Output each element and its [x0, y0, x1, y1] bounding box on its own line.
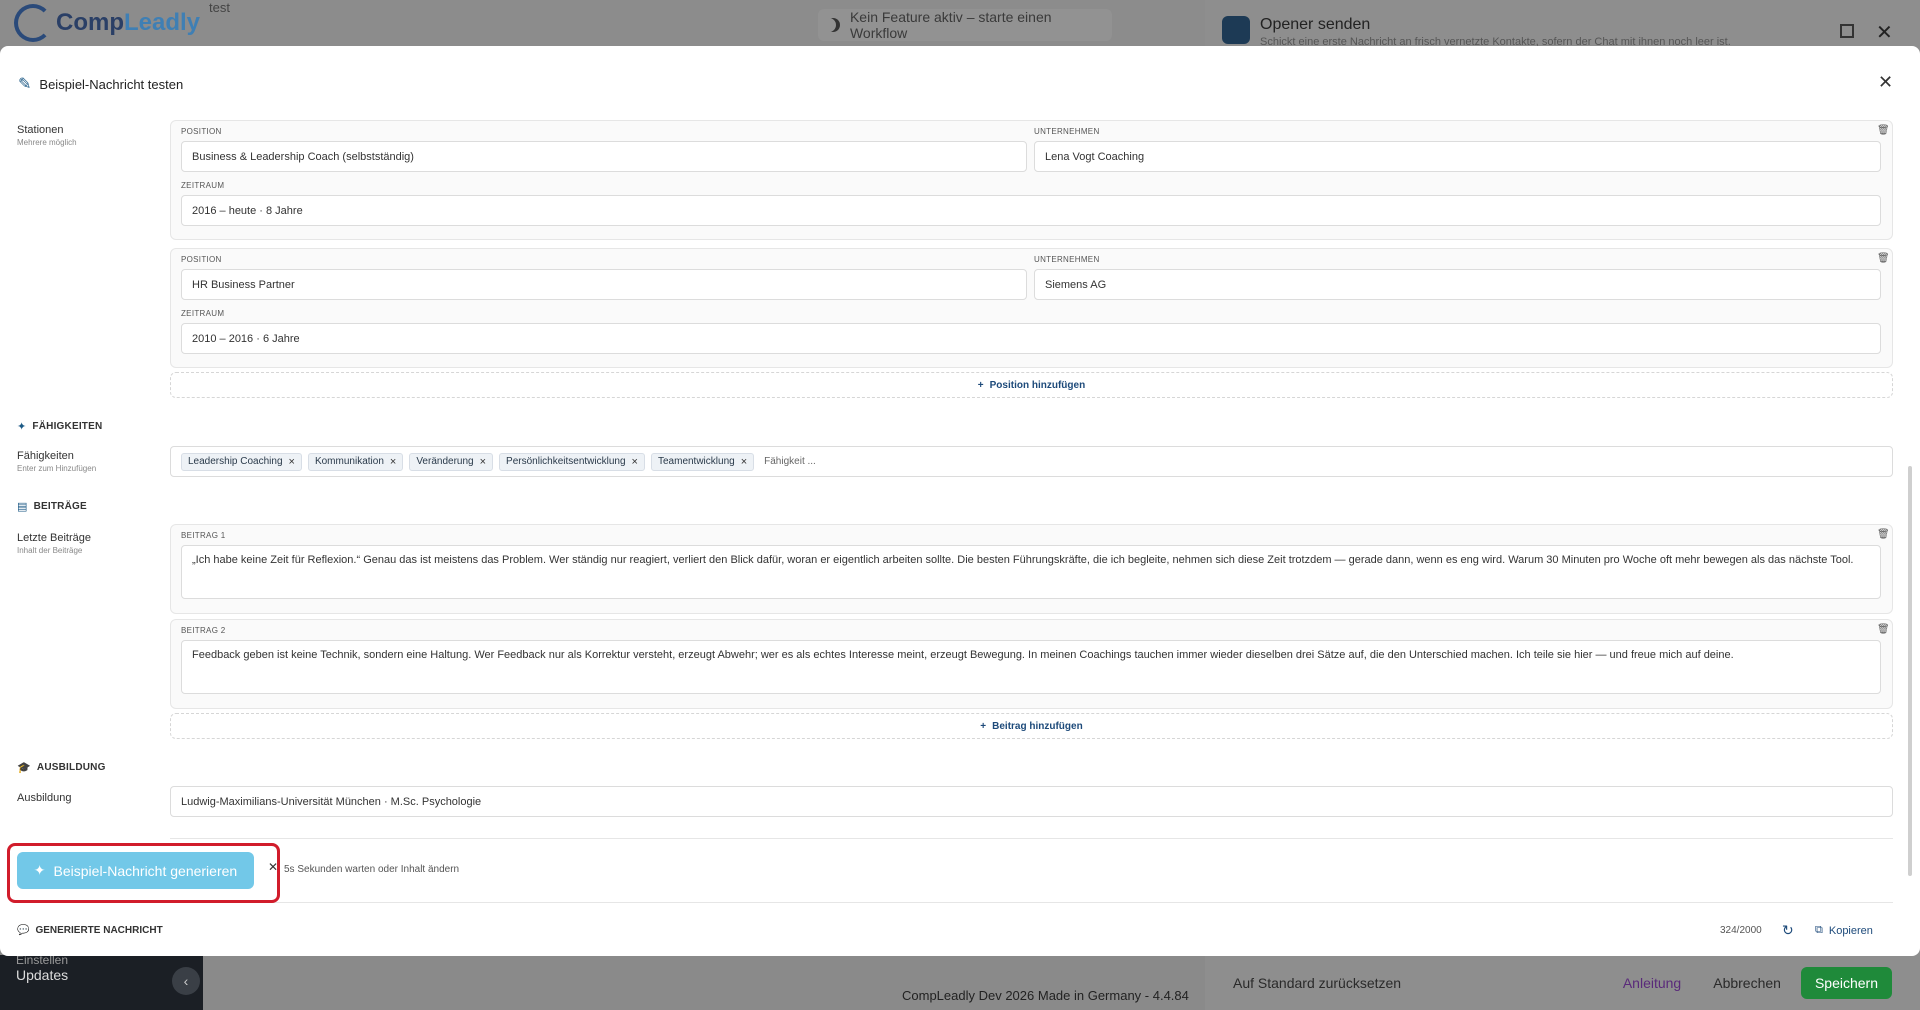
plus-icon: +	[980, 720, 987, 732]
expand-icon[interactable]	[1840, 24, 1854, 38]
post-textarea[interactable]: Feedback geben ist keine Technik, sonder…	[181, 640, 1881, 694]
company-input[interactable]: Lena Vogt Coaching	[1034, 141, 1881, 172]
remove-tag-icon[interactable]: ×	[632, 456, 638, 468]
post-textarea[interactable]: „Ich habe keine Zeit für Reflexion.“ Gen…	[181, 545, 1881, 599]
char-counter: 324/2000	[1720, 925, 1762, 936]
post-card: BEITRAG 1 🗑 „Ich habe keine Zeit für Ref…	[170, 524, 1893, 614]
trash-icon[interactable]: 🗑	[1877, 529, 1890, 540]
copy-icon: ⧉	[1815, 924, 1823, 936]
feature-status[interactable]: Kein Feature aktiv – starte einen Workfl…	[818, 9, 1112, 41]
education-input[interactable]: Ludwig-Maximilians-Universität München ·…	[170, 786, 1893, 817]
skill-tag: Kommunikation ×	[307, 452, 404, 471]
post-card: BEITRAG 2 🗑 Feedback geben ist keine Tec…	[170, 619, 1893, 709]
plus-icon: +	[977, 379, 984, 391]
station-card: POSITION UNTERNEHMEN 🗑 HR Business Partn…	[170, 248, 1893, 368]
posts-label: Letzte Beiträge Inhalt der Beiträge	[17, 532, 91, 555]
skill-text-input[interactable]: Fähigkeit ...	[764, 456, 816, 467]
app-logo: CompLeadly	[14, 4, 200, 42]
guide-link[interactable]: Anleitung	[1623, 975, 1681, 991]
generate-message-button[interactable]: ✦ Beispiel-Nachricht generieren	[17, 852, 254, 889]
modal-close-icon[interactable]: ✕	[1878, 72, 1893, 93]
skill-tag: Teamentwicklung ×	[650, 452, 755, 471]
save-button[interactable]: Speichern	[1800, 966, 1892, 999]
skill-tag: Veränderung ×	[409, 452, 494, 471]
test-message-modal: ✎ Beispiel-Nachricht testen ✕ Stationen …	[0, 46, 1920, 956]
panel-close-icon[interactable]: ✕	[1876, 20, 1893, 45]
magic-wand-icon: ✎	[18, 76, 32, 93]
right-panel-header: Opener senden Schickt eine erste Nachric…	[1222, 16, 1731, 48]
add-post-button[interactable]: + Beitrag hinzufügen	[170, 713, 1893, 739]
remove-tag-icon[interactable]: ×	[480, 456, 486, 468]
cancel-button[interactable]: Abbrechen	[1713, 975, 1781, 991]
scrollbar[interactable]	[1908, 466, 1912, 876]
sparkles-icon: ✦	[33, 862, 46, 878]
company-input[interactable]: Siemens AG	[1034, 269, 1881, 300]
modal-header: ✎ Beispiel-Nachricht testen	[0, 46, 1920, 122]
station-card: POSITION UNTERNEHMEN 🗑 Business & Leader…	[170, 120, 1893, 240]
trash-icon[interactable]: 🗑	[1877, 253, 1890, 264]
divider	[170, 902, 1893, 903]
trash-icon[interactable]: 🗑	[1877, 125, 1890, 136]
posts-section-title: ▤ BEITRÄGE	[17, 501, 87, 513]
remove-tag-icon[interactable]: ×	[390, 456, 396, 468]
right-panel-footer: Auf Standard zurücksetzen Anleitung Abbr…	[1205, 955, 1920, 1010]
remove-tag-icon[interactable]: ×	[289, 456, 295, 468]
modal-title: Beispiel-Nachricht testen	[39, 76, 184, 92]
logo-mark-icon	[14, 4, 52, 42]
right-panel-title: Opener senden	[1260, 16, 1371, 33]
position-input[interactable]: HR Business Partner	[181, 269, 1027, 300]
test-label: test	[209, 0, 230, 15]
add-position-button[interactable]: + Position hinzufügen	[170, 372, 1893, 398]
remove-tag-icon[interactable]: ×	[741, 456, 747, 468]
education-label: Ausbildung	[17, 792, 72, 804]
close-icon[interactable]: ✕	[268, 860, 278, 874]
chat-bubble-icon: 💬	[17, 925, 30, 936]
education-section-title: 🎓 AUSBILDUNG	[17, 762, 106, 774]
refresh-icon[interactable]: ↻	[1782, 922, 1794, 939]
chat-icon	[1222, 16, 1250, 44]
sparkle-icon: ✦	[17, 421, 27, 433]
divider	[170, 838, 1893, 839]
reset-button[interactable]: Auf Standard zurücksetzen	[1233, 975, 1401, 991]
footer-credits: CompLeadly Dev 2026 Made in Germany - 4.…	[902, 988, 1189, 1003]
collapse-sidebar-icon[interactable]: ‹	[172, 967, 200, 995]
generated-section-title: 💬 GENERIERTE NACHRICHT	[17, 925, 163, 936]
period-input[interactable]: 2016 – heute · 8 Jahre	[181, 195, 1881, 226]
moon-icon	[826, 18, 840, 32]
document-icon: ▤	[17, 501, 28, 513]
period-input[interactable]: 2010 – 2016 · 6 Jahre	[181, 323, 1881, 354]
skills-input[interactable]: Leadership Coaching × Kommunikation × Verä…	[170, 446, 1893, 477]
skills-label: Fähigkeiten Enter zum Hinzufügen	[17, 450, 97, 473]
skill-tag: Persönlichkeitsentwicklung ×	[499, 452, 645, 471]
stations-label: Stationen Mehrere möglich	[17, 124, 77, 147]
copy-button[interactable]: ⧉ Kopieren	[1815, 924, 1873, 937]
sidebar-item-updates[interactable]: Updates	[16, 967, 68, 983]
skill-tag: Leadership Coaching ×	[181, 452, 302, 471]
top-bar: CompLeadly test Kein Feature aktiv – sta…	[0, 0, 1205, 46]
position-input[interactable]: Business & Leadership Coach (selbstständ…	[181, 141, 1027, 172]
skills-section-title: ✦ FÄHIGKEITEN	[17, 421, 103, 433]
trash-icon[interactable]: 🗑	[1877, 624, 1890, 635]
graduation-cap-icon: 🎓	[17, 762, 31, 774]
sidebar: Einstellen Updates ‹	[0, 953, 203, 1010]
generate-note: 5s Sekunden warten oder Inhalt ändern	[284, 864, 460, 875]
